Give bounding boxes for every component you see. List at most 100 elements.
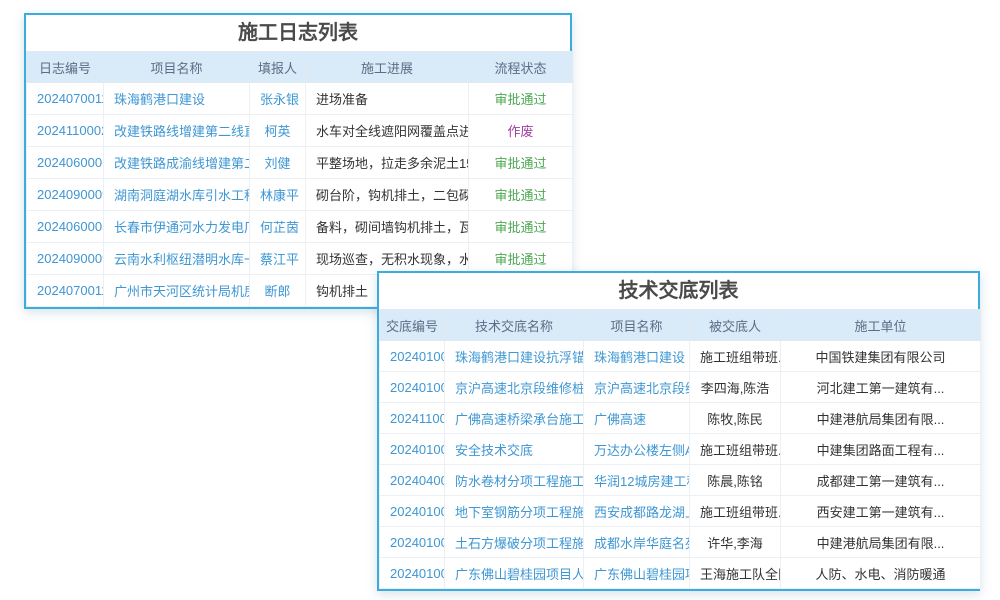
reporter-name: 断郎 <box>250 275 306 307</box>
disclosure-id-link[interactable]: 2024010003 <box>380 434 445 465</box>
disclosure-id-link[interactable]: 2024010002 <box>380 527 445 558</box>
column-header-reporter: 填报人 <box>250 52 306 83</box>
column-header-log-id: 日志编号 <box>27 52 104 83</box>
progress-text: 现场巡查，无积水现象，水... <box>306 243 469 275</box>
progress-text: 砌台阶，钩机排土，二包砌... <box>306 179 469 211</box>
disclosure-table-row: 2024010002 土石方爆破分项工程施工... 成都水岸华庭名苑... 许华… <box>380 527 981 558</box>
log-header-row: 日志编号 项目名称 填报人 施工进展 流程状态 <box>27 52 573 83</box>
log-id-link[interactable]: 2024070011 <box>27 83 104 115</box>
tech-disclosure-panel: 技术交底列表 交底编号 技术交底名称 项目名称 被交底人 施工单位 202401… <box>377 271 980 591</box>
project-link[interactable]: 长春市伊通河水力发电厂... <box>104 211 250 243</box>
project-link[interactable]: 改建铁路成渝线增建第二... <box>104 147 250 179</box>
receiver-text: 陈牧,陈民 <box>690 403 781 434</box>
disclosure-id-link[interactable]: 2024110001 <box>380 403 445 434</box>
log-table-row: 2024070011 珠海鹤港口建设 张永银 进场准备 审批通过 <box>27 83 573 115</box>
disclosure-name-link[interactable]: 安全技术交底 <box>445 434 584 465</box>
project-link[interactable]: 京沪高速北京段维修 <box>584 372 690 403</box>
unit-text: 成都建工第一建筑有... <box>781 465 981 496</box>
project-link[interactable]: 珠海鹤港口建设 <box>584 341 690 372</box>
reporter-name: 刘健 <box>250 147 306 179</box>
disclosure-name-link[interactable]: 土石方爆破分项工程施工... <box>445 527 584 558</box>
project-link[interactable]: 云南水利枢纽潜明水库一... <box>104 243 250 275</box>
log-id-link[interactable]: 2024070011 <box>27 275 104 307</box>
disclosure-table-row: 2024010002 地下室钢筋分项工程施工... 西安成都路龙湖上... 施工… <box>380 496 981 527</box>
status-badge: 审批通过 <box>469 179 573 211</box>
unit-text: 人防、水电、消防暖通 <box>781 558 981 589</box>
project-link[interactable]: 成都水岸华庭名苑... <box>584 527 690 558</box>
unit-text: 中建港航局集团有限... <box>781 403 981 434</box>
log-id-link[interactable]: 2024090009 <box>27 243 104 275</box>
unit-text: 西安建工第一建筑有... <box>781 496 981 527</box>
progress-text: 进场准备 <box>306 83 469 115</box>
project-link[interactable]: 万达办公楼左侧A... <box>584 434 690 465</box>
disclosure-name-link[interactable]: 广佛高速桥梁承台施工技... <box>445 403 584 434</box>
disclosure-table-row: 2024010004 京沪高速北京段维修桩帽... 京沪高速北京段维修 李四海,… <box>380 372 981 403</box>
column-header-disclosure-name: 技术交底名称 <box>445 310 584 341</box>
project-link[interactable]: 华润12城房建工程... <box>584 465 690 496</box>
progress-text: 水车对全线遮阳网覆盖点进... <box>306 115 469 147</box>
log-table-row: 2024090009 湖南洞庭湖水库引水工程... 林康平 砌台阶，钩机排土，二… <box>27 179 573 211</box>
receiver-text: 陈晨,陈铭 <box>690 465 781 496</box>
column-header-unit: 施工单位 <box>781 310 981 341</box>
project-link[interactable]: 广州市天河区统计局机房... <box>104 275 250 307</box>
log-id-link[interactable]: 2024110002 <box>27 115 104 147</box>
tech-disclosure-table: 交底编号 技术交底名称 项目名称 被交底人 施工单位 2024010003 珠海… <box>379 309 981 589</box>
construction-log-title: 施工日志列表 <box>26 15 570 51</box>
log-table-row: 2024060006 改建铁路成渝线增建第二... 刘健 平整场地，拉走多余泥土… <box>27 147 573 179</box>
receiver-text: 施工班组带班... <box>690 434 781 465</box>
disclosure-id-link[interactable]: 2024010004 <box>380 372 445 403</box>
reporter-name: 柯英 <box>250 115 306 147</box>
status-badge: 审批通过 <box>469 147 573 179</box>
disclosure-name-link[interactable]: 京沪高速北京段维修桩帽... <box>445 372 584 403</box>
unit-text: 河北建工第一建筑有... <box>781 372 981 403</box>
reporter-name: 蔡江平 <box>250 243 306 275</box>
status-badge: 作废 <box>469 115 573 147</box>
reporter-name: 张永银 <box>250 83 306 115</box>
receiver-text: 李四海,陈浩 <box>690 372 781 403</box>
status-badge: 审批通过 <box>469 243 573 275</box>
project-link[interactable]: 西安成都路龙湖上... <box>584 496 690 527</box>
log-table-row: 2024060005 长春市伊通河水力发电厂... 何芷茵 备料，砌间墙钩机排土… <box>27 211 573 243</box>
log-id-link[interactable]: 2024060005 <box>27 211 104 243</box>
column-header-disclosure-id: 交底编号 <box>380 310 445 341</box>
project-link[interactable]: 改建铁路线增建第二线直... <box>104 115 250 147</box>
reporter-name: 何芷茵 <box>250 211 306 243</box>
disclosure-id-link[interactable]: 2024010001 <box>380 558 445 589</box>
receiver-text: 许华,李海 <box>690 527 781 558</box>
column-header-project: 项目名称 <box>104 52 250 83</box>
log-id-link[interactable]: 2024060006 <box>27 147 104 179</box>
reporter-name: 林康平 <box>250 179 306 211</box>
project-link[interactable]: 湖南洞庭湖水库引水工程... <box>104 179 250 211</box>
disclosure-name-link[interactable]: 地下室钢筋分项工程施工... <box>445 496 584 527</box>
unit-text: 中建港航局集团有限... <box>781 527 981 558</box>
disclosure-id-link[interactable]: 2024010002 <box>380 496 445 527</box>
receiver-text: 施工班组带班... <box>690 341 781 372</box>
progress-text: 平整场地，拉走多余泥土15... <box>306 147 469 179</box>
log-table-row: 2024110002 改建铁路线增建第二线直... 柯英 水车对全线遮阳网覆盖点… <box>27 115 573 147</box>
disclosure-table-row: 2024010003 安全技术交底 万达办公楼左侧A... 施工班组带班... … <box>380 434 981 465</box>
receiver-text: 施工班组带班... <box>690 496 781 527</box>
column-header-status: 流程状态 <box>469 52 573 83</box>
disclosure-header-row: 交底编号 技术交底名称 项目名称 被交底人 施工单位 <box>380 310 981 341</box>
unit-text: 中国铁建集团有限公司 <box>781 341 981 372</box>
construction-log-panel: 施工日志列表 日志编号 项目名称 填报人 施工进展 流程状态 202407001… <box>24 13 572 309</box>
disclosure-name-link[interactable]: 防水卷材分项工程施工技... <box>445 465 584 496</box>
project-link[interactable]: 广东佛山碧桂园项目 <box>584 558 690 589</box>
disclosure-name-link[interactable]: 珠海鹤港口建设抗浮锚杆... <box>445 341 584 372</box>
disclosure-table-row: 2024110001 广佛高速桥梁承台施工技... 广佛高速 陈牧,陈民 中建港… <box>380 403 981 434</box>
log-id-link[interactable]: 2024090009 <box>27 179 104 211</box>
column-header-project-name: 项目名称 <box>584 310 690 341</box>
progress-text: 备料，砌间墙钩机排土，瓦... <box>306 211 469 243</box>
disclosure-table-row: 2024010001 广东佛山碧桂园项目人防... 广东佛山碧桂园项目 王海施工… <box>380 558 981 589</box>
disclosure-id-link[interactable]: 2024040001 <box>380 465 445 496</box>
disclosure-id-link[interactable]: 2024010003 <box>380 341 445 372</box>
column-header-progress: 施工进展 <box>306 52 469 83</box>
disclosure-table-row: 2024010003 珠海鹤港口建设抗浮锚杆... 珠海鹤港口建设 施工班组带班… <box>380 341 981 372</box>
disclosure-table-row: 2024040001 防水卷材分项工程施工技... 华润12城房建工程... 陈… <box>380 465 981 496</box>
receiver-text: 王海施工队全队 <box>690 558 781 589</box>
project-link[interactable]: 广佛高速 <box>584 403 690 434</box>
status-badge: 审批通过 <box>469 83 573 115</box>
tech-disclosure-title: 技术交底列表 <box>379 273 978 309</box>
project-link[interactable]: 珠海鹤港口建设 <box>104 83 250 115</box>
disclosure-name-link[interactable]: 广东佛山碧桂园项目人防... <box>445 558 584 589</box>
